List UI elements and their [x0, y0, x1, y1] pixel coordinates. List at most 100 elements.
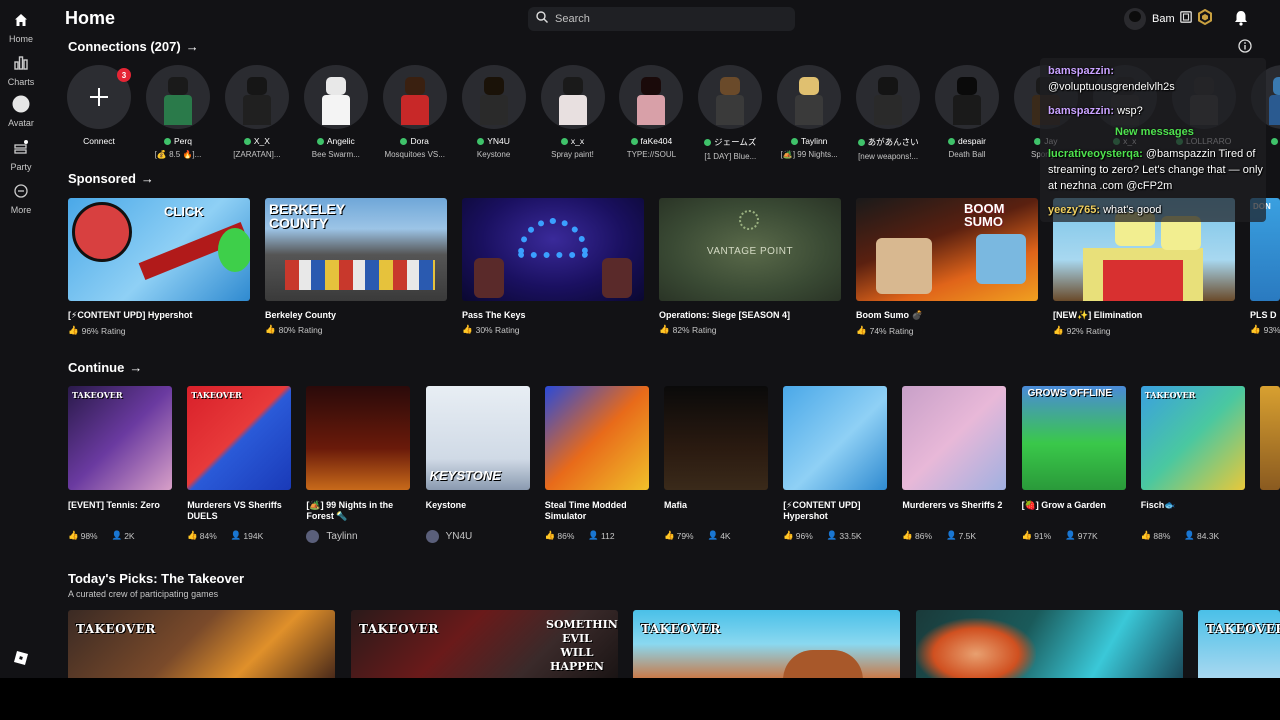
search-input[interactable] — [555, 13, 775, 25]
continue-game-card[interactable]: [⚡CONTENT UPD] Hypershot 👍 96% 👤 33.5K — [783, 386, 888, 541]
game-rating: 👍 74% Rating — [856, 325, 1038, 336]
nav-avatar[interactable]: Avatar — [0, 95, 42, 128]
sponsored-card[interactable]: CLICK [⚡CONTENT UPD] Hypershot 👍 96% Rati… — [68, 198, 250, 336]
friend-card[interactable]: YN4U Keystone — [454, 65, 534, 159]
friend-card[interactable]: あがあんさい [new weapons!... — [848, 65, 928, 161]
search-bar[interactable] — [528, 7, 795, 31]
continue-game-card[interactable]: TAKEOVER Murderers VS Sheriffs DUELS 👍 84% 👤… — [187, 386, 292, 541]
continue-game-card[interactable]: TAKEOVER Fisch🐟 👍 88% 👤 84.3K — [1140, 386, 1245, 541]
takeover-label: TAKEOVER — [76, 622, 156, 636]
thumb-text: KEYSTONE — [429, 468, 501, 483]
avatar-head — [325, 77, 346, 95]
friend-status: TYPE://SOUL — [626, 150, 677, 159]
players-text: 194K — [243, 530, 264, 541]
rating-text: 88% — [1153, 530, 1171, 541]
continue-game-card[interactable]: TAKEOVER [EVENT] Tennis: Zero 👍 98% 👤 2K — [68, 386, 172, 541]
friend-card[interactable]: Angelic Bee Swarm... — [296, 65, 376, 159]
rating-text: 86% — [914, 530, 932, 541]
friend-card[interactable]: Perq [💰 8.5 🔥]... — [138, 65, 218, 159]
user-menu[interactable]: Bam — [1124, 8, 1213, 30]
picks-card[interactable] — [916, 610, 1183, 678]
picks-card[interactable]: TAKEOVER — [68, 610, 335, 678]
friend-status: [🏕️] 99 Nights... — [780, 150, 838, 159]
continue-game-card[interactable]: Mafia 👍 79% 👤 4K — [664, 386, 768, 541]
friend-card[interactable]: x_x Spray paint! — [533, 65, 613, 159]
picks-card[interactable]: TAKEOVER SOMETHING EVIL WILL HAPPEN — [351, 610, 618, 678]
friend-card[interactable]: X_X [ZARATAN]... — [217, 65, 297, 159]
picks-card[interactable]: TAKEOVER — [633, 610, 900, 678]
rating-stat: 👍 96% — [783, 530, 820, 541]
friend-name: ジェームズ — [704, 136, 756, 148]
continue-game-card[interactable]: KEYSTONE Keystone YN4U — [425, 386, 530, 543]
game-stats: YN4U — [425, 530, 487, 543]
friend-name-text: Dora — [410, 136, 429, 146]
robux-icon[interactable] — [1197, 8, 1213, 30]
friend-card[interactable]: Taylinn [🏕️] 99 Nights... — [769, 65, 849, 159]
friend-card[interactable]: despair Death Ball — [927, 65, 1007, 159]
avatar-head — [246, 77, 267, 95]
friend-avatar — [698, 65, 763, 129]
sponsored-title: Sponsored — [68, 171, 136, 186]
continue-game-card[interactable]: GROWS OFFLINE [🍓] Grow a Garden 👍 91% 👤 977K — [1021, 386, 1126, 541]
game-title: Berkeley County — [265, 310, 337, 320]
players-text: 112 — [601, 530, 615, 541]
rating-text: 96% — [795, 530, 813, 541]
friend-card[interactable]: faKe404 TYPE://SOUL — [611, 65, 691, 159]
sponsored-card[interactable]: VANTAGE POINT Operations: Siege [SEASON … — [659, 198, 841, 335]
continue-game-card[interactable]: Steal Time Modded Simulator 👍 86% 👤 112 — [544, 386, 649, 541]
friend-name: あがあんさい — [857, 136, 919, 148]
friend-name: Taylinn — [790, 136, 827, 146]
game-stats: Taylinn — [306, 530, 371, 543]
connections-header[interactable]: Connections (207) → — [68, 39, 199, 54]
continue-game-card[interactable]: [🏕️] 99 Nights in the Forest 🔦 Taylinn — [306, 386, 411, 543]
nav-home[interactable]: Home — [0, 11, 42, 44]
players-icon: 👤 — [588, 530, 599, 540]
nav-party[interactable]: Party — [0, 139, 42, 172]
game-thumbnail — [783, 386, 888, 490]
rating-text: 93% — [1263, 324, 1280, 335]
online-status-icon — [400, 137, 408, 145]
nav-charts[interactable]: Charts — [0, 54, 42, 87]
players-stat: 👤 84.3K — [1184, 530, 1226, 541]
game-thumbnail: VANTAGE POINT — [659, 198, 841, 301]
nav-more[interactable]: More — [0, 182, 42, 215]
friend-card[interactable]: Dora Mosquitoes VS... — [375, 65, 455, 159]
thumbs-up-icon: 👍 — [1250, 324, 1261, 334]
thumb-text: BOOM SUMO — [964, 201, 1005, 229]
sponsored-card[interactable]: BOOM SUMO Boom Sumo 💣 👍 74% Rating — [856, 198, 1038, 336]
continue-header[interactable]: Continue → — [68, 360, 142, 375]
partial-thumbnail[interactable] — [1260, 386, 1280, 490]
thumbs-up-icon: 👍 — [462, 324, 473, 334]
game-title: Fisch🐟 — [1140, 500, 1176, 510]
friend-avatar — [935, 65, 999, 129]
sponsored-header[interactable]: Sponsored → — [68, 171, 154, 186]
game-thumbnail: CLICK — [68, 198, 250, 301]
user-avatar[interactable] — [1124, 8, 1146, 30]
app-window: Home Charts Avatar Party More Home Searc… — [0, 0, 1280, 678]
continue-game-card[interactable]: Murderers vs Sheriffs 2 👍 86% 👤 7.5K — [902, 386, 1007, 541]
picks-card[interactable]: TAKEOVER — [1198, 610, 1280, 678]
thumbs-up-icon: 👍 — [664, 530, 675, 540]
players-icon: 👤 — [111, 530, 123, 540]
rating-stat: 👍 91% — [1022, 530, 1059, 541]
players-stat: 👤 194K — [231, 530, 270, 541]
creator-info: Taylinn — [306, 530, 364, 543]
game-title: Murderers vs Sheriffs 2 — [902, 500, 1003, 510]
rating-text: 96% Rating — [81, 325, 126, 336]
rating-stat: 👍 88% — [1141, 530, 1178, 541]
rating-text: 80% Rating — [278, 324, 323, 335]
roblox-logo-icon[interactable] — [14, 651, 28, 665]
sponsored-card[interactable]: BERKELEY COUNTY Berkeley County 👍 80% Rat… — [265, 198, 447, 335]
info-icon[interactable] — [1238, 39, 1252, 58]
game-title: Operations: Siege [SEASON 4] — [659, 310, 791, 320]
notifications-bell-icon[interactable] — [1234, 10, 1248, 31]
new-messages-indicator[interactable]: New messages — [1115, 126, 1194, 138]
game-rating: 👍 82% Rating — [659, 324, 841, 335]
online-status-icon — [1270, 137, 1278, 145]
thumbs-up-icon: 👍 — [544, 530, 556, 540]
friend-card[interactable]: ジェームズ [1 DAY] Blue... — [690, 65, 770, 161]
friend-status: Spray paint! — [551, 150, 594, 159]
friend-status: Mosquitoes VS... — [384, 150, 445, 159]
sponsored-card[interactable]: Pass The Keys 👍 30% Rating — [462, 198, 644, 335]
friend-status: Keystone — [476, 150, 511, 159]
